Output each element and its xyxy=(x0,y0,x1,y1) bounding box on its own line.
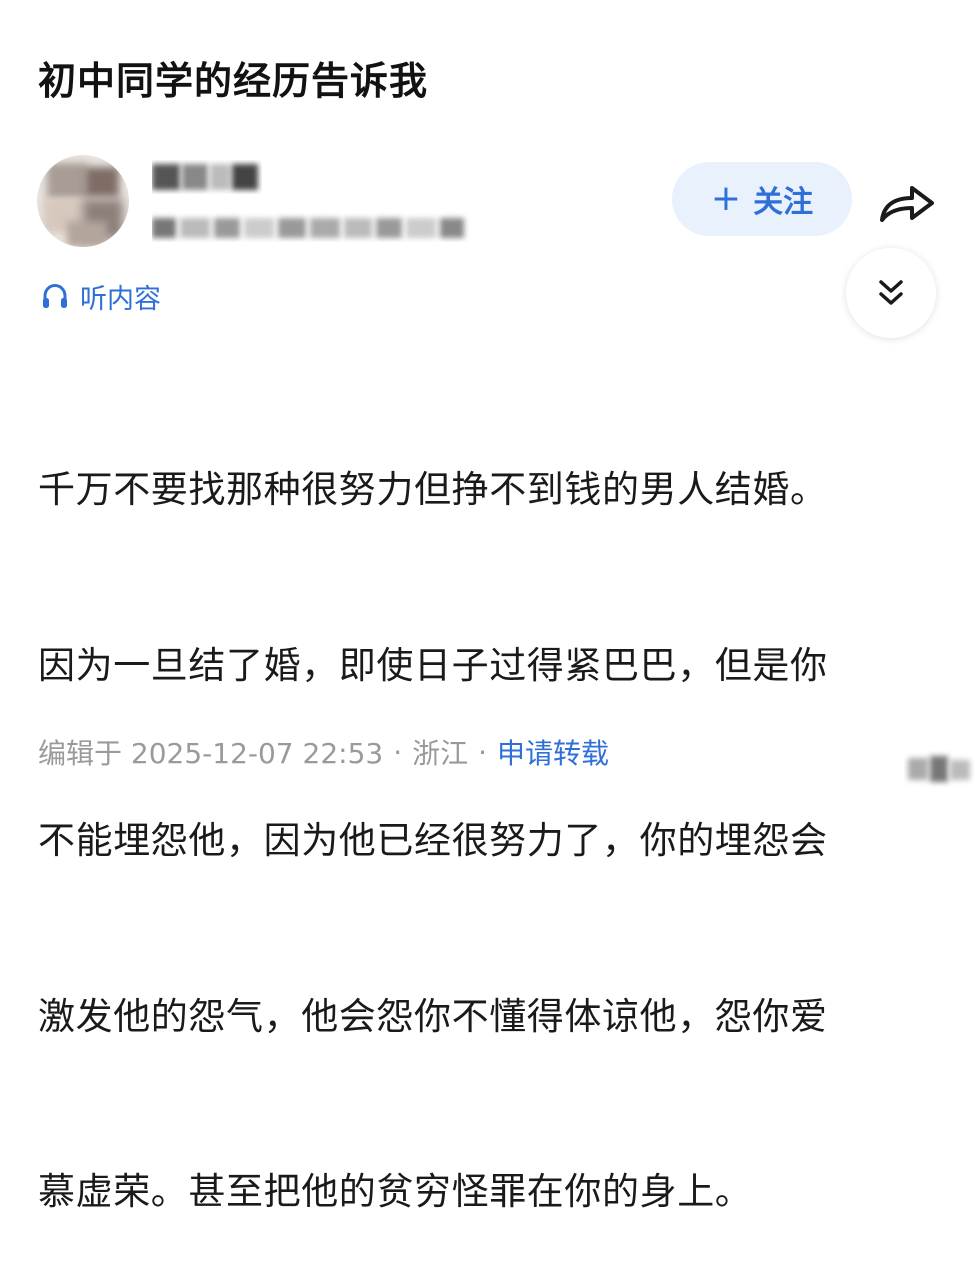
body-line: 千万不要找那种很努力但挣不到钱的男人结婚。 xyxy=(38,468,828,511)
author-name-blurred[interactable] xyxy=(152,160,262,194)
edit-timestamp: 编辑于 2025-12-07 22:53 xyxy=(38,737,384,770)
separator-dot: · xyxy=(393,735,403,769)
author-meta-blurred xyxy=(152,212,472,242)
share-button[interactable] xyxy=(876,176,938,228)
separator-dot: · xyxy=(478,735,488,769)
post-footer: 编辑于 2025-12-07 22:53 · 浙江 · 申请转载 xyxy=(38,730,609,774)
body-line: 因为一旦结了婚，即使日子过得紧巴巴，但是你 xyxy=(38,643,828,687)
location-label: 浙江 xyxy=(412,737,469,770)
follow-label: 关注 xyxy=(753,185,814,220)
avatar[interactable] xyxy=(37,155,129,247)
request-repost-link[interactable]: 申请转载 xyxy=(497,732,609,772)
listen-content-link[interactable]: 听内容 xyxy=(40,276,161,316)
post-title: 初中同学的经历告诉我 xyxy=(38,59,429,103)
plus-icon: + xyxy=(710,178,742,219)
blurred-watermark xyxy=(904,750,974,790)
body-line: 不能埋怨他，因为他已经很努力了，你的埋怨会 xyxy=(38,819,828,862)
body-line: 慕虚荣。甚至把他的贫穷怪罪在你的身上。 xyxy=(38,1170,753,1213)
double-chevron-down-icon xyxy=(879,280,903,305)
follow-button[interactable]: + 关注 xyxy=(672,162,852,236)
post-body: 千万不要找那种很努力但挣不到钱的男人结婚。 因为一旦结了婚，即使日子过得紧巴巴，… xyxy=(38,344,930,1280)
listen-content-label: 听内容 xyxy=(80,283,161,315)
collapse-button[interactable] xyxy=(846,248,936,338)
headphones-icon xyxy=(43,283,67,308)
body-line: 激发他的怨气，他会怨你不懂得体谅他，怨你爱 xyxy=(38,994,828,1038)
share-arrow-icon xyxy=(880,186,934,222)
